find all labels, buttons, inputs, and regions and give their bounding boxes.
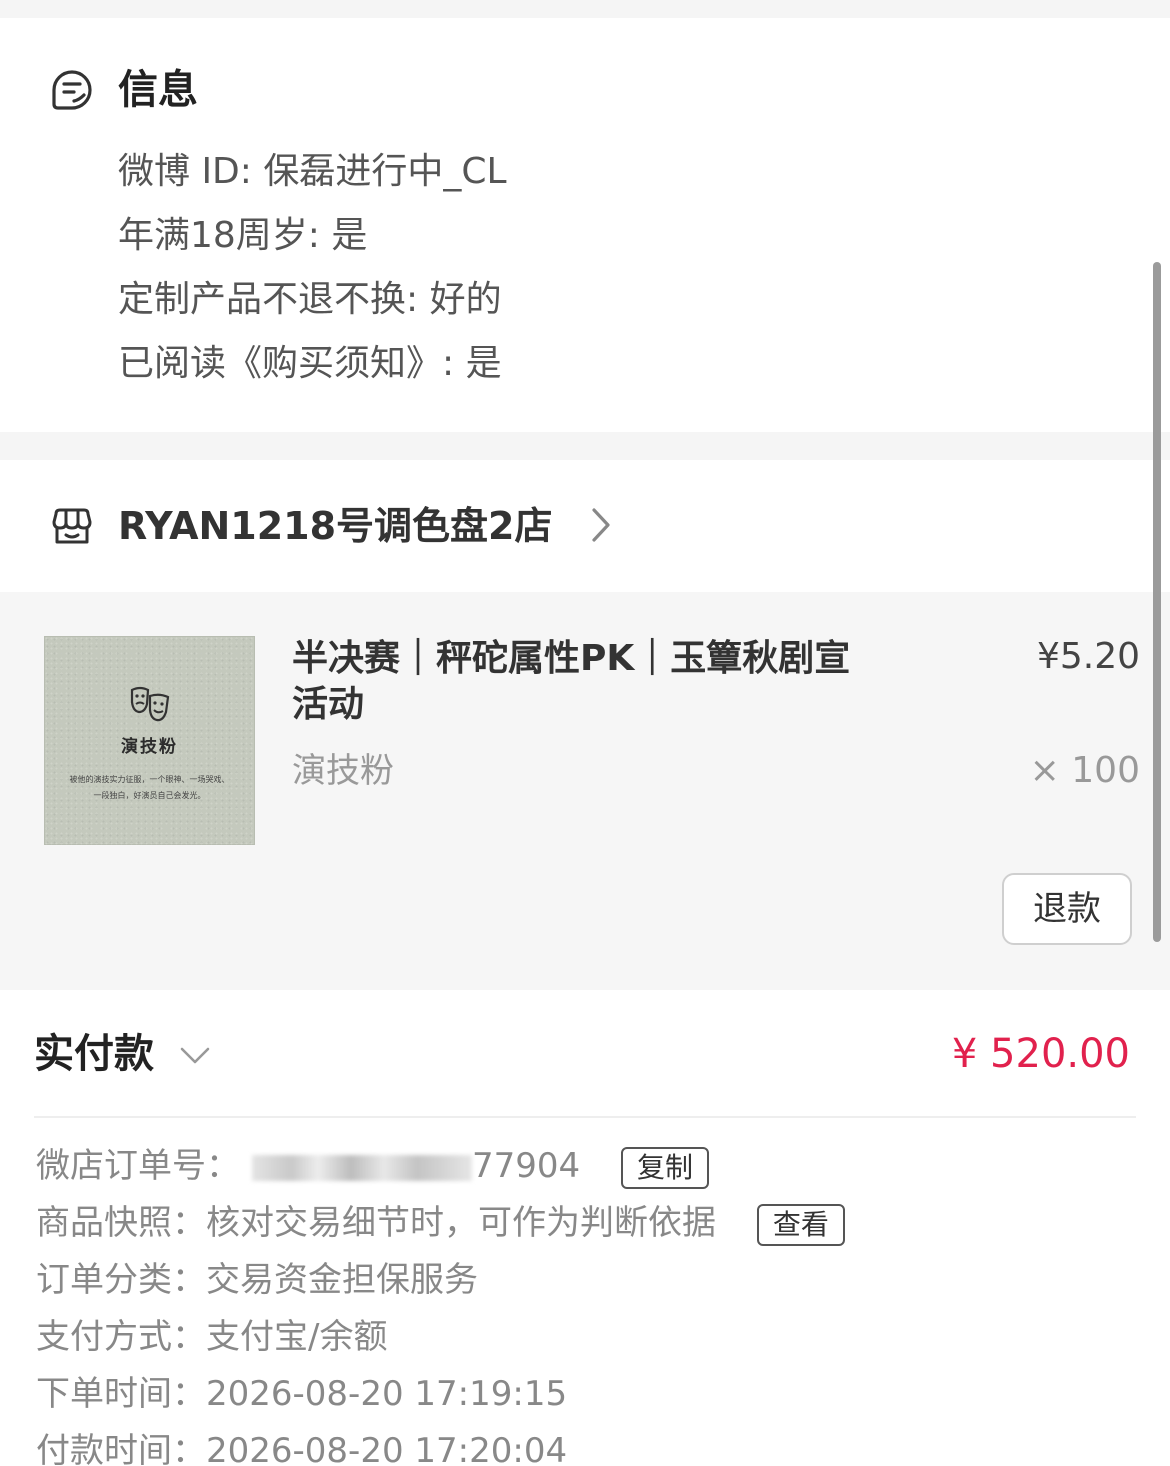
info-section: 信息 微博 ID: 保磊进行中_CL 年满18周岁: 是 定制产品不退不换: 好… [0, 18, 1170, 432]
chevron-right-icon[interactable] [588, 504, 614, 546]
thumbnail-caption: 被他的演技实力征服，一个眼神、一场哭戏、一段独白，好演员自己会发光。 [69, 775, 230, 800]
product-price: ¥5.20 [1036, 636, 1140, 677]
shop-header[interactable]: RYAN1218号调色盘2店 [0, 460, 1170, 592]
top-separator [0, 0, 1170, 18]
note-icon [52, 70, 92, 110]
shop-icon [52, 508, 92, 544]
order-category-row: 订单分类：交易资金担保服务 [36, 1254, 845, 1311]
info-line-weibo-id: 微博 ID: 保磊进行中_CL [118, 151, 507, 192]
order-number-label: 微店订单号： [36, 1146, 240, 1186]
view-snapshot-button[interactable]: 查看 [756, 1203, 845, 1246]
copy-button[interactable]: 复制 [620, 1146, 709, 1189]
section-separator [0, 432, 1170, 460]
thumbnail-title: 演技粉 [121, 737, 178, 757]
product-title[interactable]: 半决赛｜秤砣属性PK｜玉簟秋剧宣活动 [292, 636, 872, 728]
order-time-value: 2026-08-20 17:19:15 [206, 1374, 568, 1414]
snapshot-value: 核对交易细节时，可作为判断依据 [206, 1203, 716, 1243]
payment-method-value: 支付宝/余额 [206, 1317, 388, 1357]
divider [34, 1116, 1136, 1118]
info-line-no-return: 定制产品不退不换: 好的 [118, 279, 502, 320]
product-quantity: × 100 [1029, 750, 1140, 791]
payment-amount: ¥ 520.00 [951, 1031, 1130, 1077]
theater-mask-icon [130, 686, 170, 722]
payment-method-row: 支付方式：支付宝/余额 [36, 1311, 845, 1368]
shop-name[interactable]: RYAN1218号调色盘2店 [118, 500, 552, 552]
chevron-down-icon[interactable] [178, 1038, 212, 1072]
order-time-row: 下单时间：2026-08-20 17:19:15 [36, 1368, 845, 1425]
product-spec: 演技粉 [292, 751, 394, 791]
info-title: 信息 [118, 67, 198, 113]
product-card[interactable]: 演技粉 被他的演技实力征服，一个眼神、一场哭戏、一段独白，好演员自己会发光。 半… [0, 592, 1170, 990]
scrollbar[interactable] [1153, 262, 1161, 942]
order-time-label: 下单时间： [36, 1374, 206, 1414]
order-category-value: 交易资金担保服务 [206, 1260, 478, 1300]
payment-time-value: 2026-08-20 17:20:04 [206, 1431, 568, 1466]
redacted-order-number [252, 1154, 472, 1181]
snapshot-label: 商品快照： [36, 1203, 206, 1243]
order-number-visible: 77904 [472, 1146, 581, 1186]
refund-button[interactable]: 退款 [1002, 873, 1132, 945]
info-line-age: 年满18周岁: 是 [118, 215, 368, 256]
snapshot-row: 商品快照：核对交易细节时，可作为判断依据 查看 [36, 1197, 845, 1254]
payment-time-label: 付款时间： [36, 1431, 206, 1466]
order-number-row: 微店订单号： 77904 复制 [36, 1140, 845, 1197]
order-detail-list: 微店订单号： 77904 复制 商品快照：核对交易细节时，可作为判断依据 查看 订… [36, 1140, 845, 1466]
order-category-label: 订单分类： [36, 1260, 206, 1300]
payment-method-label: 支付方式： [36, 1317, 206, 1357]
info-line-read-notice: 已阅读《购买须知》: 是 [118, 343, 502, 384]
payment-time-row: 付款时间：2026-08-20 17:20:04 [36, 1425, 845, 1466]
product-thumbnail[interactable]: 演技粉 被他的演技实力征服，一个眼神、一场哭戏、一段独白，好演员自己会发光。 [44, 636, 255, 845]
info-lines: 微博 ID: 保磊进行中_CL 年满18周岁: 是 定制产品不退不换: 好的 已… [118, 140, 507, 396]
order-detail-page: 信息 微博 ID: 保磊进行中_CL 年满18周岁: 是 定制产品不退不换: 好… [0, 0, 1170, 1466]
payment-label: 实付款 [34, 1031, 154, 1077]
payment-section: 实付款 ¥ 520.00 微店订单号： 77904 复制 商品快照：核对交易细节时… [0, 990, 1170, 1466]
